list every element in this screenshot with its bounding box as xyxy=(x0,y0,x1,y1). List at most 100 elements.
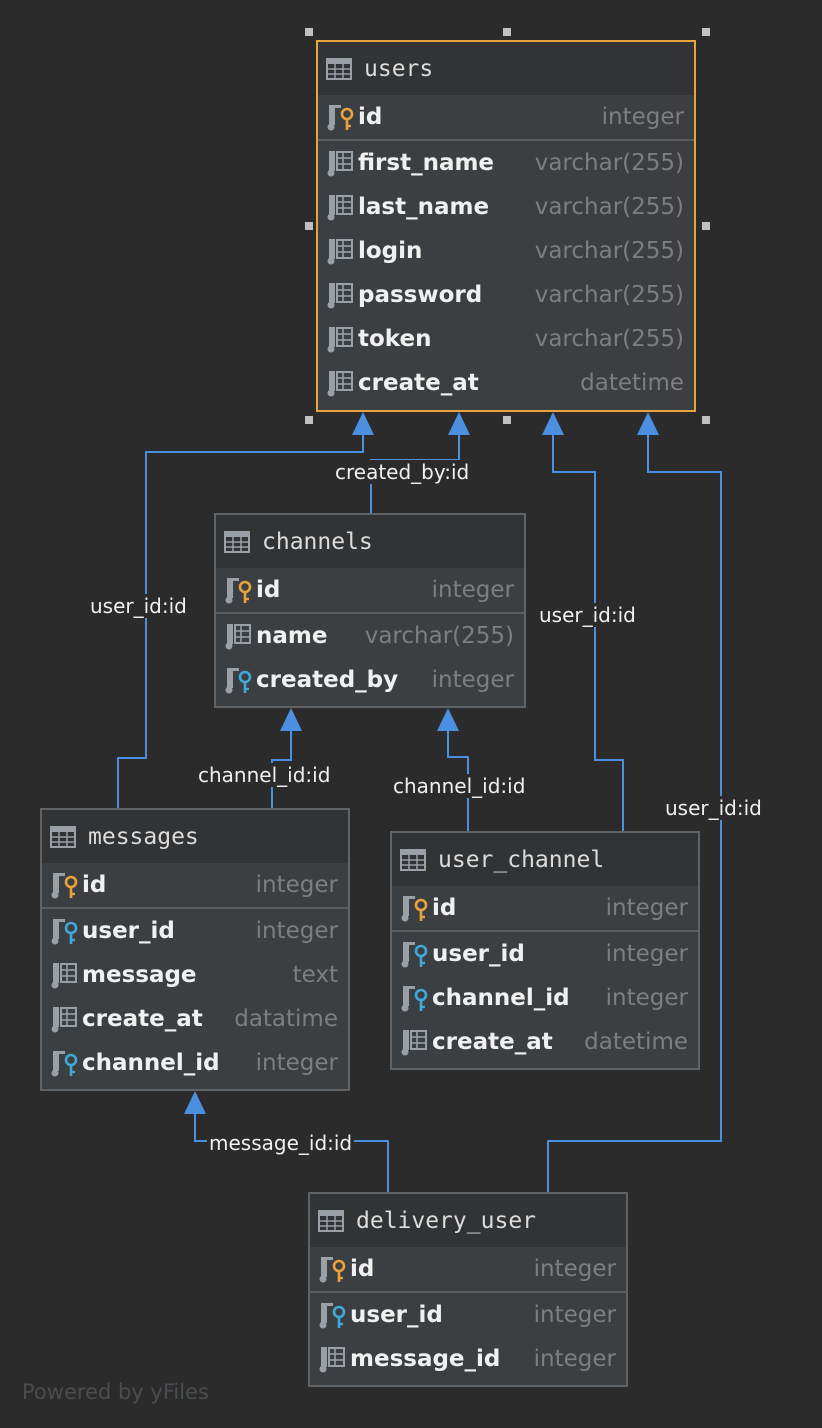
column-type: integer xyxy=(605,941,688,967)
table-name: channels xyxy=(262,528,373,555)
table-row[interactable]: channel_id integer xyxy=(42,1041,348,1085)
selection-handle[interactable] xyxy=(702,222,710,230)
arrowhead xyxy=(448,412,470,435)
table-row[interactable]: password varchar(255) xyxy=(318,273,694,317)
selection-handle[interactable] xyxy=(702,28,710,36)
arrowhead xyxy=(542,412,564,435)
selection-handle[interactable] xyxy=(305,222,313,230)
primary-key-icon xyxy=(326,102,356,132)
column-icon xyxy=(50,1004,80,1034)
column-type: varchar(255) xyxy=(534,238,684,264)
column-icon xyxy=(224,621,254,651)
table-header[interactable]: delivery_user xyxy=(310,1194,626,1247)
column-icon xyxy=(326,324,356,354)
edge-label-messages-user: user_id:id xyxy=(88,594,189,618)
table-row-primary-key[interactable]: id integer xyxy=(318,95,694,141)
column-name: create_at xyxy=(82,1006,203,1032)
column-type: varchar(255) xyxy=(364,623,514,649)
table-icon xyxy=(224,530,250,553)
column-type: varchar(255) xyxy=(534,194,684,220)
edge-label-delivery-user: user_id:id xyxy=(663,796,764,820)
table-row[interactable]: user_id integer xyxy=(42,909,348,953)
column-type: integer xyxy=(533,1256,616,1282)
edge-label-user-channel-channel: channel_id:id xyxy=(391,774,528,798)
column-name: first_name xyxy=(358,150,495,176)
column-name: user_id xyxy=(350,1302,443,1328)
table-name: user_channel xyxy=(438,846,605,873)
column-type: integer xyxy=(605,895,688,921)
table-row-primary-key[interactable]: id integer xyxy=(216,568,524,614)
column-name: name xyxy=(256,623,328,649)
table-row[interactable]: first_name varchar(255) xyxy=(318,141,694,185)
table-users[interactable]: users id integer first_name varchar(255) last… xyxy=(316,40,696,412)
table-header[interactable]: messages xyxy=(42,810,348,863)
column-icon xyxy=(50,960,80,990)
column-name: password xyxy=(358,282,483,308)
table-row[interactable]: create_at datetime xyxy=(318,361,694,405)
selection-handle[interactable] xyxy=(702,416,710,424)
column-type: integer xyxy=(255,918,338,944)
foreign-key-icon xyxy=(400,939,430,969)
table-messages[interactable]: messages id integer user_id integer message te… xyxy=(40,808,350,1091)
column-type: integer xyxy=(533,1302,616,1328)
table-row-primary-key[interactable]: id integer xyxy=(42,863,348,909)
column-type: integer xyxy=(255,872,338,898)
table-row-primary-key[interactable]: id integer xyxy=(392,886,698,932)
table-row[interactable]: message text xyxy=(42,953,348,997)
foreign-key-icon xyxy=(400,983,430,1013)
table-delivery-user[interactable]: delivery_user id integer user_id integer mess… xyxy=(308,1192,628,1387)
table-row[interactable]: created_by integer xyxy=(216,658,524,702)
column-name: id xyxy=(358,104,383,130)
column-icon xyxy=(326,280,356,310)
table-row[interactable]: channel_id integer xyxy=(392,976,698,1020)
table-icon xyxy=(50,825,76,848)
column-type: integer xyxy=(431,577,514,603)
column-name: channel_id xyxy=(432,985,570,1011)
table-user-channel[interactable]: user_channel id integer user_id integer chann… xyxy=(390,831,700,1070)
foreign-key-icon xyxy=(50,916,80,946)
edge-label-created-by: created_by:id xyxy=(333,460,472,484)
table-channels[interactable]: channels id integer name varchar(255) created… xyxy=(214,513,526,708)
table-name: delivery_user xyxy=(356,1207,537,1234)
table-row[interactable]: create_at datatime xyxy=(42,997,348,1041)
table-header[interactable]: channels xyxy=(216,515,524,568)
table-row[interactable]: login varchar(255) xyxy=(318,229,694,273)
table-header[interactable]: users xyxy=(318,42,694,95)
column-type: integer xyxy=(533,1346,616,1372)
foreign-key-icon xyxy=(50,1048,80,1078)
table-row[interactable]: name varchar(255) xyxy=(216,614,524,658)
primary-key-icon xyxy=(50,870,80,900)
table-header[interactable]: user_channel xyxy=(392,833,698,886)
table-row[interactable]: last_name varchar(255) xyxy=(318,185,694,229)
column-type: varchar(255) xyxy=(534,282,684,308)
column-icon xyxy=(400,1027,430,1057)
arrowhead xyxy=(437,708,459,731)
powered-by-footer: Powered by yFiles xyxy=(22,1380,209,1404)
table-name: messages xyxy=(88,823,199,850)
column-type: integer xyxy=(601,104,684,130)
table-row[interactable]: user_id integer xyxy=(310,1293,626,1337)
table-row[interactable]: create_at datetime xyxy=(392,1020,698,1064)
column-type: integer xyxy=(255,1050,338,1076)
table-icon xyxy=(400,848,426,871)
column-name: user_id xyxy=(82,918,175,944)
table-row[interactable]: user_id integer xyxy=(392,932,698,976)
column-type: varchar(255) xyxy=(534,326,684,352)
table-row[interactable]: message_id integer xyxy=(310,1337,626,1381)
column-icon xyxy=(326,192,356,222)
selection-handle[interactable] xyxy=(305,416,313,424)
column-name: message_id xyxy=(350,1346,501,1372)
column-type: datetime xyxy=(584,1029,688,1055)
column-name: id xyxy=(82,872,107,898)
column-name: created_by xyxy=(256,667,399,693)
column-name: login xyxy=(358,238,423,264)
selection-handle[interactable] xyxy=(305,28,313,36)
column-name: user_id xyxy=(432,941,525,967)
selection-handle[interactable] xyxy=(503,28,511,36)
selection-handle[interactable] xyxy=(503,416,511,424)
column-name: token xyxy=(358,326,432,352)
table-row-primary-key[interactable]: id integer xyxy=(310,1247,626,1293)
column-type: text xyxy=(292,962,338,988)
primary-key-icon xyxy=(318,1254,348,1284)
table-row[interactable]: token varchar(255) xyxy=(318,317,694,361)
